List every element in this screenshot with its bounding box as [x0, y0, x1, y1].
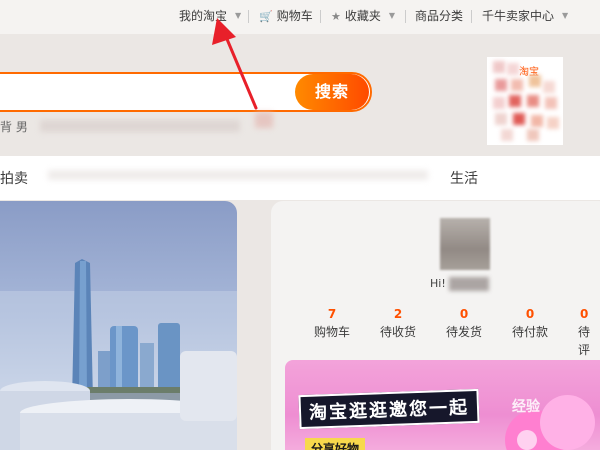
my-taobao-label: 我的淘宝	[179, 9, 228, 23]
qr-cell	[527, 129, 539, 141]
stat-to-receive[interactable]: 2 待收货	[368, 307, 428, 341]
stat-count: 0	[525, 307, 535, 321]
stat-to-pay[interactable]: 0 待付款	[500, 307, 560, 341]
category-auction[interactable]: 拍卖	[0, 168, 28, 188]
chevron-down-icon[interactable]: ▼	[389, 8, 395, 24]
nav-divider	[320, 10, 321, 23]
blurred-mark	[255, 112, 273, 128]
stat-label: 购物车	[313, 325, 350, 339]
stat-count: 0	[459, 307, 469, 321]
stat-count: 0	[580, 307, 589, 321]
banner-image[interactable]	[0, 201, 237, 450]
watermark: 经验	[512, 399, 540, 415]
qr-cell	[507, 63, 519, 75]
seller-center-label: 千牛卖家中心	[482, 9, 555, 23]
star-icon: ★	[331, 10, 341, 23]
categories-label: 商品分类	[415, 9, 464, 23]
cart-label: 购物车	[276, 9, 313, 23]
chevron-down-icon[interactable]: ▼	[562, 8, 568, 24]
categories-link[interactable]: 商品分类	[415, 8, 463, 24]
qr-cell	[509, 95, 521, 107]
qr-cell	[513, 113, 525, 125]
hot-search-words[interactable]: 背 男	[0, 118, 28, 135]
chevron-down-icon[interactable]: ▼	[235, 8, 241, 24]
qr-cell	[531, 115, 543, 127]
search-button[interactable]: 搜索	[295, 74, 369, 110]
qr-cell	[493, 97, 505, 109]
qr-cell	[495, 79, 507, 91]
nav-divider	[248, 10, 249, 23]
seller-center-link[interactable]: 千牛卖家中心 ▼	[482, 8, 568, 24]
stat-cart[interactable]: 7 购物车	[302, 307, 362, 341]
cart-icon: 🛒	[259, 10, 273, 23]
stat-label: 待评	[578, 325, 591, 357]
stat-count: 7	[327, 307, 337, 321]
category-life[interactable]: 生活	[450, 168, 478, 188]
qr-code[interactable]: 淘宝	[487, 57, 563, 145]
stat-to-ship[interactable]: 0 待发货	[434, 307, 494, 341]
nav-divider	[405, 10, 406, 23]
nav-divider	[471, 10, 472, 23]
stat-to-review[interactable]: 0 待评	[566, 307, 600, 359]
top-nav-bar: 我的淘宝 ▼ 🛒 购物车 ★ 收藏夹 ▼ 商品分类 千牛卖家中心 ▼	[0, 0, 600, 34]
stat-label: 待收货	[379, 325, 416, 339]
blurred-hot-words	[40, 120, 240, 132]
qr-cell	[495, 113, 507, 125]
avatar[interactable]	[440, 218, 490, 270]
qr-cell	[529, 75, 541, 87]
stat-count: 2	[393, 307, 403, 321]
blurred-categories	[48, 170, 428, 180]
qr-cell	[543, 81, 555, 93]
favorites-label: 收藏夹	[344, 9, 381, 23]
favorites-link[interactable]: ★ 收藏夹 ▼	[331, 8, 395, 24]
qr-cell	[547, 117, 559, 129]
heart-decoration	[517, 430, 537, 450]
stat-label: 待付款	[511, 325, 548, 339]
qr-cell	[527, 95, 539, 107]
promo-title: 淘宝逛逛邀您一起	[298, 388, 480, 430]
qr-cell	[545, 97, 557, 109]
stat-label: 待发货	[445, 325, 482, 339]
cart-link[interactable]: 🛒 购物车	[259, 8, 313, 24]
qr-cell	[501, 129, 513, 141]
blurred-username	[449, 277, 489, 291]
city-skyline-illustration	[0, 259, 237, 450]
greeting-text: Hi!	[430, 277, 446, 290]
my-taobao-link[interactable]: 我的淘宝 ▼	[179, 8, 241, 24]
qr-cell	[511, 79, 523, 91]
promo-banner[interactable]: 淘宝逛逛邀您一起 分享好物	[285, 360, 600, 450]
promo-subtitle: 分享好物	[305, 438, 366, 450]
qr-cell	[493, 61, 505, 73]
heart-decoration	[540, 395, 595, 450]
